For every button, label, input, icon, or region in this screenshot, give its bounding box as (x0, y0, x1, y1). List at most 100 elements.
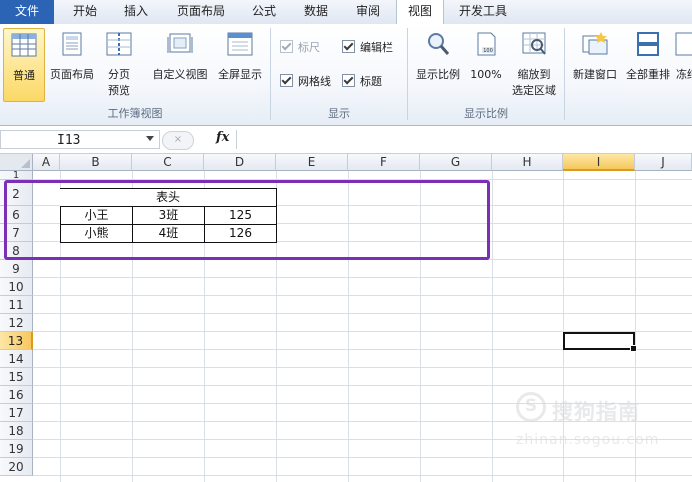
column-header-j[interactable]: J (635, 154, 692, 171)
tab-data[interactable]: 数据 (294, 0, 338, 24)
row-header-11[interactable]: 11 (0, 296, 33, 314)
formula-bar-label: 编辑栏 (360, 41, 393, 54)
row-header-19[interactable]: 19 (0, 440, 33, 458)
formula-bar-checkbox[interactable]: 编辑栏 (342, 40, 393, 56)
row-header-15[interactable]: 15 (0, 368, 33, 386)
row-header-13[interactable]: 13 (0, 332, 33, 350)
freeze-panes-icon (675, 32, 692, 56)
name-box[interactable]: I13 (0, 130, 160, 149)
zoom-group-label: 显示比例 (464, 107, 508, 120)
gridline (492, 171, 493, 482)
gridline (33, 385, 692, 386)
show-group-label: 显示 (328, 107, 350, 120)
column-header-b[interactable]: B (60, 154, 132, 171)
workbook-views-group-label: 工作簿视图 (107, 107, 163, 120)
tab-formulas[interactable]: 公式 (242, 0, 286, 24)
gridline (33, 367, 692, 368)
row-header-20[interactable]: 20 (0, 458, 33, 476)
column-header-a[interactable]: A (33, 154, 60, 171)
arrange-all-button[interactable]: 全部重排 (622, 28, 674, 100)
row-header-12[interactable]: 12 (0, 314, 33, 332)
row-header-17[interactable]: 17 (0, 404, 33, 422)
tab-review[interactable]: 审阅 (346, 0, 390, 24)
gridline (33, 313, 692, 314)
checkbox-icon (280, 40, 293, 53)
new-window-label: 新建窗口 (573, 68, 617, 81)
page-break-preview-button[interactable]: 分页 预览 (100, 28, 138, 100)
ribbon-view: 普通 页面布局 分页 预览 自定义视图 全屏显示 工作簿视图 标尺 编辑栏 网格… (0, 24, 692, 126)
normal-view-button[interactable]: 普通 (3, 28, 45, 102)
arrange-all-label: 全部重排 (626, 68, 670, 81)
freeze-panes-label: 冻结 (676, 68, 692, 81)
formula-bar: I13 × fx (0, 126, 692, 154)
normal-view-icon (11, 33, 37, 57)
full-screen-button[interactable]: 全屏显示 (212, 28, 268, 100)
custom-views-button[interactable]: 自定义视图 (148, 28, 212, 100)
column-header-i[interactable]: I (563, 154, 635, 171)
zoom-button[interactable]: 显示比例 (412, 28, 464, 100)
select-all-corner[interactable] (0, 154, 33, 171)
watermark-url: zhinan.sogou.com (516, 432, 660, 448)
page-layout-view-button[interactable]: 页面布局 (46, 28, 98, 100)
group-separator (564, 28, 565, 120)
row-header-18[interactable]: 18 (0, 422, 33, 440)
chevron-down-icon[interactable] (146, 136, 154, 141)
active-cell-i13[interactable] (563, 332, 637, 352)
column-header-c[interactable]: C (132, 154, 204, 171)
group-separator (270, 28, 271, 120)
row-header-16[interactable]: 16 (0, 386, 33, 404)
zoom-100-label: 100% (470, 68, 502, 81)
cancel-icon[interactable]: × (162, 131, 194, 150)
page-break-label: 分页 预览 (108, 68, 130, 97)
ruler-label: 标尺 (298, 41, 320, 54)
zoom-label: 显示比例 (416, 68, 460, 81)
custom-views-icon (167, 33, 193, 53)
insert-function-icon[interactable]: fx (216, 130, 229, 145)
column-header-h[interactable]: H (492, 154, 563, 171)
tab-view[interactable]: 视图 (396, 0, 444, 25)
column-header-e[interactable]: E (276, 154, 348, 171)
new-window-button[interactable]: 新建窗口 (568, 28, 622, 100)
freeze-panes-button[interactable]: 冻结 (674, 28, 692, 100)
zoom-100-button[interactable]: 100 100% (466, 28, 506, 100)
zoom-to-selection-label: 缩放到 选定区域 (512, 68, 556, 97)
new-window-icon (582, 32, 608, 55)
highlight-annotation-box (4, 180, 490, 260)
watermark: 搜狗指南 zhinan.sogou.com (512, 390, 692, 460)
normal-view-label: 普通 (13, 69, 35, 82)
full-screen-icon (227, 32, 253, 56)
magnifier-icon (428, 33, 450, 55)
zoom-to-selection-button[interactable]: 缩放到 选定区域 (506, 28, 562, 100)
gridlines-label: 网格线 (298, 75, 331, 88)
checkbox-icon (280, 74, 293, 87)
column-header-g[interactable]: G (420, 154, 492, 171)
tab-insert[interactable]: 插入 (112, 0, 160, 24)
row-header-1[interactable]: 1 (0, 171, 33, 181)
page-break-icon (106, 32, 132, 56)
page-layout-icon (62, 32, 82, 56)
arrange-all-icon (637, 32, 659, 56)
sogou-logo-icon (516, 392, 546, 422)
gridline (33, 277, 692, 278)
formula-input[interactable] (236, 130, 692, 149)
tab-home[interactable]: 开始 (58, 0, 112, 24)
zoom-100-icon: 100 (477, 32, 496, 56)
gridline (33, 475, 692, 476)
headings-label: 标题 (360, 75, 382, 88)
headings-checkbox[interactable]: 标题 (342, 74, 382, 90)
ruler-checkbox[interactable]: 标尺 (280, 40, 320, 56)
custom-views-label: 自定义视图 (152, 68, 208, 81)
gridlines-checkbox[interactable]: 网格线 (280, 74, 331, 90)
svg-text:100: 100 (483, 48, 493, 54)
column-header-d[interactable]: D (204, 154, 276, 171)
watermark-brand: 搜狗指南 (552, 400, 640, 424)
row-header-10[interactable]: 10 (0, 278, 33, 296)
checkbox-icon (342, 40, 355, 53)
checkbox-icon (342, 74, 355, 87)
tab-file[interactable]: 文件 (0, 0, 54, 24)
row-header-14[interactable]: 14 (0, 350, 33, 368)
row-header-9[interactable]: 9 (0, 260, 33, 278)
tab-page-layout[interactable]: 页面布局 (166, 0, 236, 24)
tab-developer[interactable]: 开发工具 (450, 0, 516, 24)
column-header-f[interactable]: F (348, 154, 420, 171)
